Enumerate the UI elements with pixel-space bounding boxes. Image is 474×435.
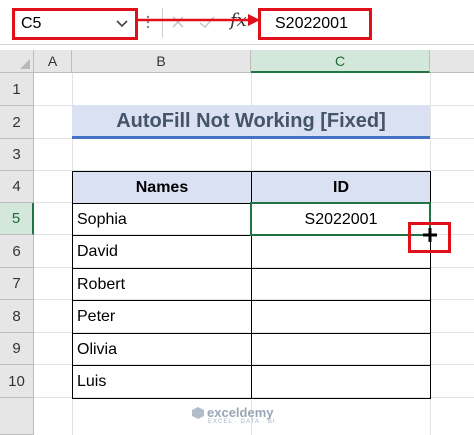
- column-header-b[interactable]: B: [72, 50, 251, 73]
- table-cell-id[interactable]: [251, 268, 431, 301]
- column-header-d[interactable]: [430, 50, 474, 73]
- table-cell-name[interactable]: Peter: [72, 300, 252, 334]
- table-cell-name[interactable]: David: [72, 235, 252, 269]
- row-header-1[interactable]: 1: [0, 73, 34, 106]
- table-cell-id[interactable]: [251, 333, 431, 366]
- row-header-3[interactable]: 3: [0, 139, 34, 171]
- table-cell-name[interactable]: Olivia: [72, 333, 252, 366]
- fill-handle-crosshair-icon[interactable]: [423, 228, 437, 242]
- row-header-8[interactable]: 8: [0, 300, 34, 333]
- select-all-icon: [20, 59, 30, 69]
- table-cell-name[interactable]: Robert: [72, 268, 252, 301]
- table-cell-name[interactable]: Luis: [72, 365, 252, 399]
- row-header-2[interactable]: 2: [0, 106, 34, 139]
- select-all-button[interactable]: [0, 50, 34, 73]
- sheet-title: AutoFill Not Working [Fixed]: [72, 105, 430, 139]
- row-header-5[interactable]: 5: [0, 203, 34, 235]
- row-header-9[interactable]: 9: [0, 333, 34, 365]
- column-header-c[interactable]: C: [251, 50, 430, 73]
- arrow-annotation-icon: [138, 14, 260, 26]
- name-box-value: C5: [21, 15, 42, 32]
- name-box[interactable]: C5: [12, 8, 138, 40]
- table-cell-id[interactable]: [251, 365, 431, 399]
- table-header-names[interactable]: Names: [72, 171, 252, 204]
- watermark-brand: exceldemy: [207, 405, 274, 420]
- table-cell-id[interactable]: [251, 300, 431, 334]
- chevron-down-icon[interactable]: [115, 15, 129, 33]
- formula-value: S2022001: [275, 15, 348, 32]
- row-header-11[interactable]: [0, 398, 34, 435]
- watermark-tagline: EXCEL · DATA · BI: [208, 419, 276, 425]
- table-header-id[interactable]: ID: [251, 171, 431, 204]
- exceldemy-logo-icon: [192, 407, 204, 419]
- table-cell-id[interactable]: [251, 235, 431, 269]
- row-header-7[interactable]: 7: [0, 268, 34, 300]
- row-header-10[interactable]: 10: [0, 365, 34, 398]
- row-header-6[interactable]: 6: [0, 235, 34, 268]
- table-cell-name[interactable]: Sophia: [72, 203, 252, 236]
- active-cell-selection: [250, 202, 431, 236]
- row-header-4[interactable]: 4: [0, 171, 34, 203]
- formula-input[interactable]: S2022001: [258, 8, 372, 40]
- column-header-a[interactable]: A: [34, 50, 72, 73]
- formula-bar: C5 fx S2022001: [0, 0, 474, 45]
